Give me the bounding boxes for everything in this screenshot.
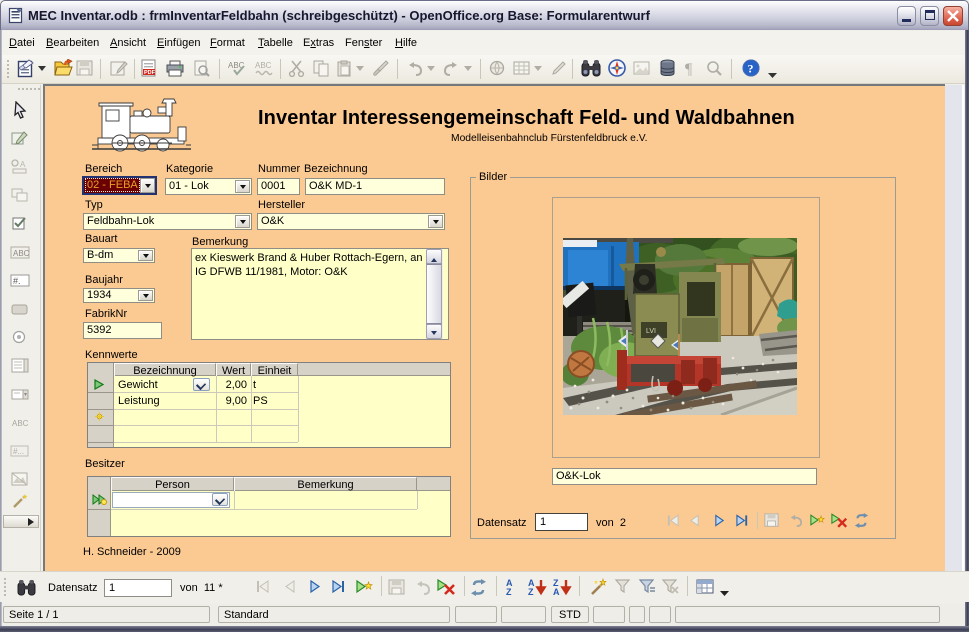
svg-text:Z: Z [506, 587, 512, 596]
svg-text:A: A [20, 160, 26, 169]
svg-text:A: A [553, 587, 560, 596]
svg-text:ABC: ABC [12, 419, 29, 428]
svg-text:ABC: ABC [255, 61, 272, 70]
svg-text:LVI: LVI [646, 328, 656, 335]
svg-text:#...: #... [13, 447, 24, 456]
svg-text:PDF: PDF [144, 70, 156, 76]
svg-text:#.: #. [13, 276, 21, 286]
svg-text:¶: ¶ [685, 61, 693, 77]
svg-text:Z: Z [528, 587, 534, 596]
svg-text:ABC: ABC [13, 249, 30, 258]
svg-text:?: ? [748, 62, 754, 76]
